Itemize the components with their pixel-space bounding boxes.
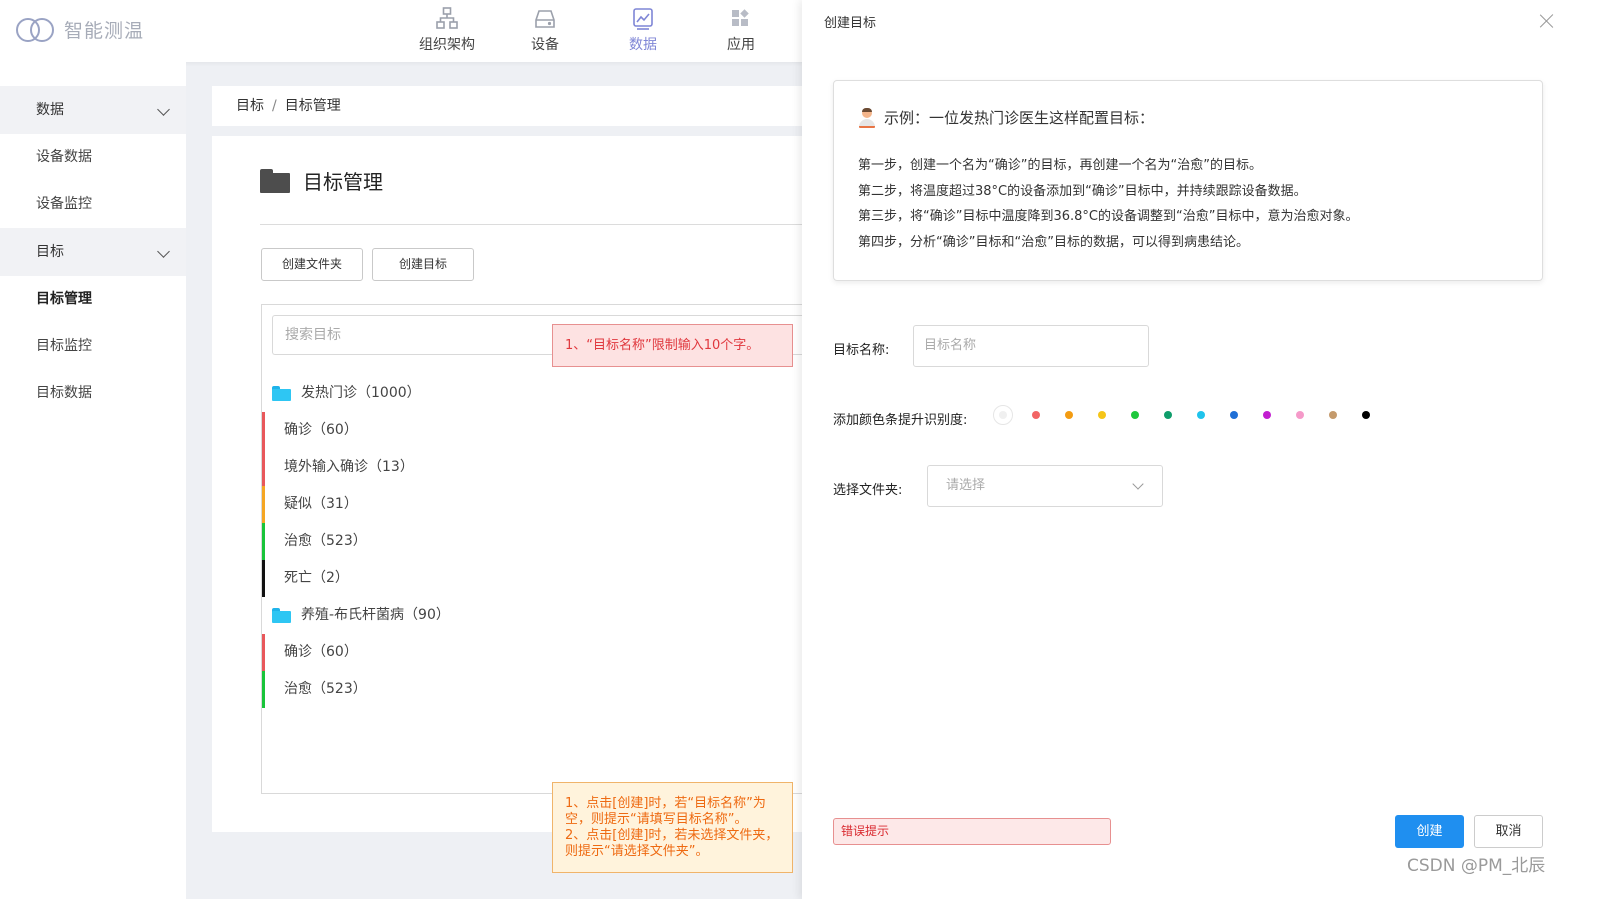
sidebar-item-target-data[interactable]: 目标数据 [0,370,186,417]
top-header: 智能测温 组织架构 设备 数据 应用 [0,0,820,62]
chevron-down-icon [1132,478,1144,490]
tree-folder-row[interactable]: 养殖-布氏杆菌病（90） [262,597,813,634]
folder-select[interactable]: 请选择 [927,465,1163,507]
nav-label: 设备 [531,37,559,53]
nav-apps[interactable]: 应用 [692,6,790,54]
folder-select-label: 选择文件夹: [833,483,903,498]
nav-org-structure[interactable]: 组织架构 [398,6,496,54]
sidebar-group-data[interactable]: 数据 [0,86,186,134]
color-swatch[interactable] [1131,411,1139,419]
tree-folder-label: 养殖-布氏杆菌病（90） [301,607,450,623]
create-target-drawer: 创建目标 示例：一位发热门诊医生这样配置目标： 第一步，创建一个名为“确诊”的目… [802,0,1599,899]
chevron-down-icon [157,245,170,258]
apps-icon [732,9,749,26]
color-swatch[interactable] [1197,411,1205,419]
create-target-button[interactable]: 创建目标 [372,248,474,281]
color-swatches [993,405,1395,425]
sidebar-group-label: 目标 [36,244,64,260]
app-logo[interactable]: 智能测温 [16,16,144,43]
example-steps: 第一步，创建一个名为“确诊”的目标，再创建一个名为“治愈”的目标。 第二步，将温… [858,153,1358,255]
folder-icon [260,168,290,193]
color-swatch[interactable] [1164,411,1172,419]
example-heading: 示例：一位发热门诊医生这样配置目标： [858,107,1154,128]
color-swatch[interactable] [1362,411,1370,419]
chart-icon [633,8,653,30]
chevron-down-icon [157,103,170,116]
close-icon[interactable] [1538,12,1556,30]
error-tip: 错误提示 [833,818,1111,845]
app-name: 智能测温 [64,20,145,42]
color-swatch[interactable] [1329,411,1337,419]
tree-folder-label: 发热门诊（1000） [301,385,421,401]
breadcrumb-item[interactable]: 目标 [236,98,264,114]
nav-device[interactable]: 设备 [496,6,594,54]
tree-target-row[interactable]: 确诊（60） [262,634,813,671]
target-name-label: 目标名称: [833,343,890,358]
sidebar: 数据 设备数据 设备监控 目标 目标管理 目标监控 目标数据 [0,62,186,899]
target-tree: 发热门诊（1000） 确诊（60） 境外输入确诊（13） 疑似（31） 治愈（523）死… [262,375,813,708]
page-title: 目标管理 [260,166,383,195]
folder-select-placeholder: 请选择 [946,478,986,493]
tree-target-row[interactable]: 治愈（523） [262,671,813,708]
annotation-note-name-limit: 1、“目标名称”限制输入10个字。 [552,324,793,367]
color-swatch[interactable] [1032,411,1040,419]
sidebar-item-target-management[interactable]: 目标管理 [0,276,186,323]
target-list-box: 搜索目标 发热门诊（1000） 确诊（60） 境外输入确诊（13） 疑似（31） 治愈（… [261,304,812,794]
example-step: 第三步，将“确诊”目标中温度降到36.8°C的设备调整到“治愈”目标中，意为治愈… [858,209,1359,224]
color-swatch[interactable] [1098,411,1106,419]
nav-label: 数据 [629,37,657,53]
sidebar-group-label: 数据 [36,102,64,118]
color-swatch-none[interactable] [993,405,1013,425]
main-panel: 目标管理 创建文件夹 创建目标 搜索目标 发热门诊（1000） 确诊（60） 境外输… [212,136,812,832]
tree-folder-row[interactable]: 发热门诊（1000） [262,375,813,412]
tree-target-row[interactable]: 境外输入确诊（13） [262,449,813,486]
color-swatch[interactable] [1065,411,1073,419]
example-step: 第二步，将温度超过38°C的设备添加到“确诊”目标中，并持续跟踪设备数据。 [858,183,1307,199]
breadcrumb-item-current: 目标管理 [284,98,341,114]
tree-target-row[interactable]: 治愈（523） [262,523,813,560]
create-button[interactable]: 创建 [1395,815,1464,848]
nav-data[interactable]: 数据 [594,6,692,54]
divider [260,224,812,225]
annotation-line: 2、点击[创建]时，若未选择文件夹，则提示“请选择文件夹”。 [565,828,779,859]
color-bar-label: 添加颜色条提升识别度: [833,413,968,428]
tree-target-row[interactable]: 疑似（31） [262,486,813,523]
sidebar-item-device-data[interactable]: 设备数据 [0,134,186,181]
watermark: CSDN @PM_北辰 [1407,856,1546,876]
create-folder-button[interactable]: 创建文件夹 [261,248,363,281]
page-title-text: 目标管理 [303,170,383,194]
nav-label: 组织架构 [419,37,475,53]
drawer-title: 创建目标 [824,16,877,31]
color-swatch[interactable] [1230,411,1238,419]
sidebar-group-target[interactable]: 目标 [0,228,186,276]
example-step: 第一步，创建一个名为“确诊”的目标，再创建一个名为“治愈”的目标。 [858,158,1262,173]
annotation-note-validation: 1、点击[创建]时，若“目标名称”为空，则提示“请填写目标名称”。 2、点击[创… [552,782,793,873]
doctor-avatar-icon [858,107,876,128]
breadcrumb-separator: / [272,98,277,114]
tree-target-row[interactable]: 死亡（2） [262,560,813,597]
example-card: 示例：一位发热门诊医生这样配置目标： 第一步，创建一个名为“确诊”的目标，再创建… [833,80,1543,281]
sidebar-item-target-monitor[interactable]: 目标监控 [0,323,186,370]
example-step: 第四步，分析“确诊”目标和“治愈”目标的数据，可以得到病患结论。 [858,234,1249,250]
color-swatch[interactable] [1263,411,1271,419]
sidebar-item-device-monitor[interactable]: 设备监控 [0,181,186,228]
device-icon [535,10,555,28]
color-swatch[interactable] [1296,411,1304,419]
cancel-button[interactable]: 取消 [1474,815,1543,848]
folder-icon [272,608,291,623]
target-name-input[interactable]: 目标名称 [913,325,1149,367]
annotation-line: 1、点击[创建]时，若“目标名称”为空，则提示“请填写目标名称”。 [565,796,766,827]
breadcrumb: 目标 / 目标管理 [212,86,812,126]
org-structure-icon [436,7,458,29]
folder-icon [272,386,291,401]
logo-rings-icon [16,17,56,43]
tree-target-row[interactable]: 确诊（60） [262,412,813,449]
top-nav: 组织架构 设备 数据 应用 [398,6,790,54]
nav-label: 应用 [727,37,755,53]
example-heading-text: 示例：一位发热门诊医生这样配置目标： [884,109,1155,127]
